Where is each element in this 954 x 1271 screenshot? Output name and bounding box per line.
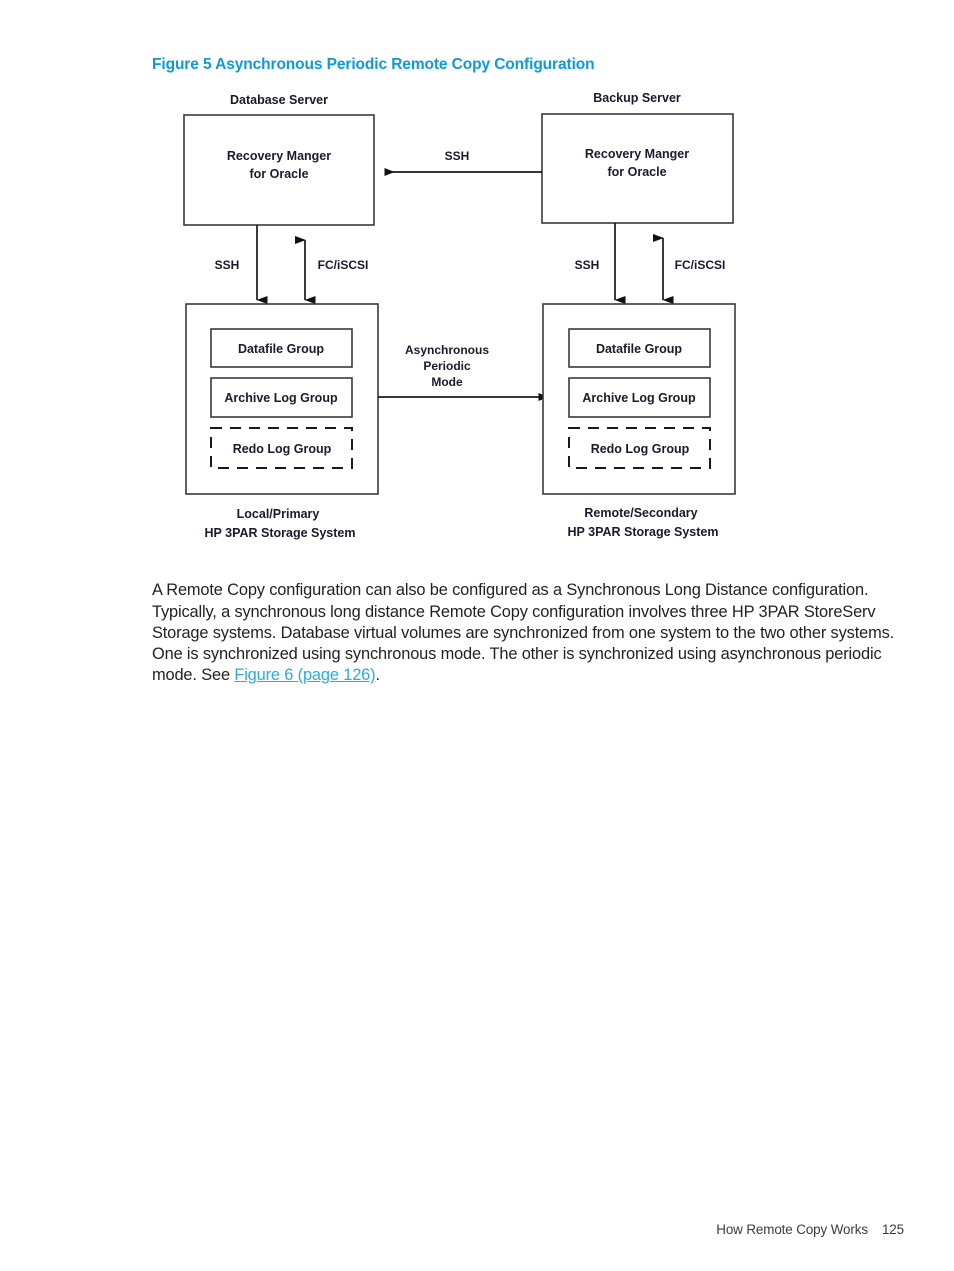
local-archive-log-group-label: Archive Log Group [224, 391, 338, 405]
remote-copy-diagram: Database Server Backup Server Recovery M… [0, 0, 954, 560]
local-datafile-group-label: Datafile Group [238, 342, 324, 356]
backup-server-header: Backup Server [593, 91, 681, 105]
remote-archive-log-group-label: Archive Log Group [582, 391, 696, 405]
remote-storage-footer-line2: HP 3PAR Storage System [568, 525, 719, 539]
database-server-box-line1: Recovery Manger [227, 149, 331, 163]
server-ssh-label: SSH [445, 149, 470, 163]
remote-storage-footer-line1: Remote/Secondary [584, 506, 697, 520]
left-ssh-label: SSH [215, 258, 240, 272]
local-storage-footer-line1: Local/Primary [237, 507, 320, 521]
right-fc-label: FC/iSCSI [675, 258, 726, 272]
remote-redo-log-group-label: Redo Log Group [591, 442, 690, 456]
replication-label-line3: Mode [431, 375, 463, 389]
footer-page-number: 125 [881, 1222, 904, 1237]
local-redo-log-group-label: Redo Log Group [233, 442, 332, 456]
page-footer: How Remote Copy Works 125 [0, 1222, 954, 1237]
backup-server-box-line2: for Oracle [607, 165, 666, 179]
remote-datafile-group-label: Datafile Group [596, 342, 682, 356]
local-storage-footer-line2: HP 3PAR Storage System [205, 526, 356, 540]
right-ssh-label: SSH [575, 258, 600, 272]
body-text-tail: . [375, 666, 380, 685]
figure-6-link[interactable]: Figure 6 (page 126) [234, 666, 375, 684]
database-server-header: Database Server [230, 93, 328, 107]
left-fc-label: FC/iSCSI [318, 258, 369, 272]
body-paragraph: A Remote Copy configuration can also be … [152, 580, 904, 686]
footer-section-title: How Remote Copy Works [716, 1222, 868, 1237]
backup-server-box-line1: Recovery Manger [585, 147, 689, 161]
replication-label-line1: Asynchronous [405, 343, 489, 357]
replication-label-line2: Periodic [423, 359, 471, 373]
database-server-box-line2: for Oracle [249, 167, 308, 181]
